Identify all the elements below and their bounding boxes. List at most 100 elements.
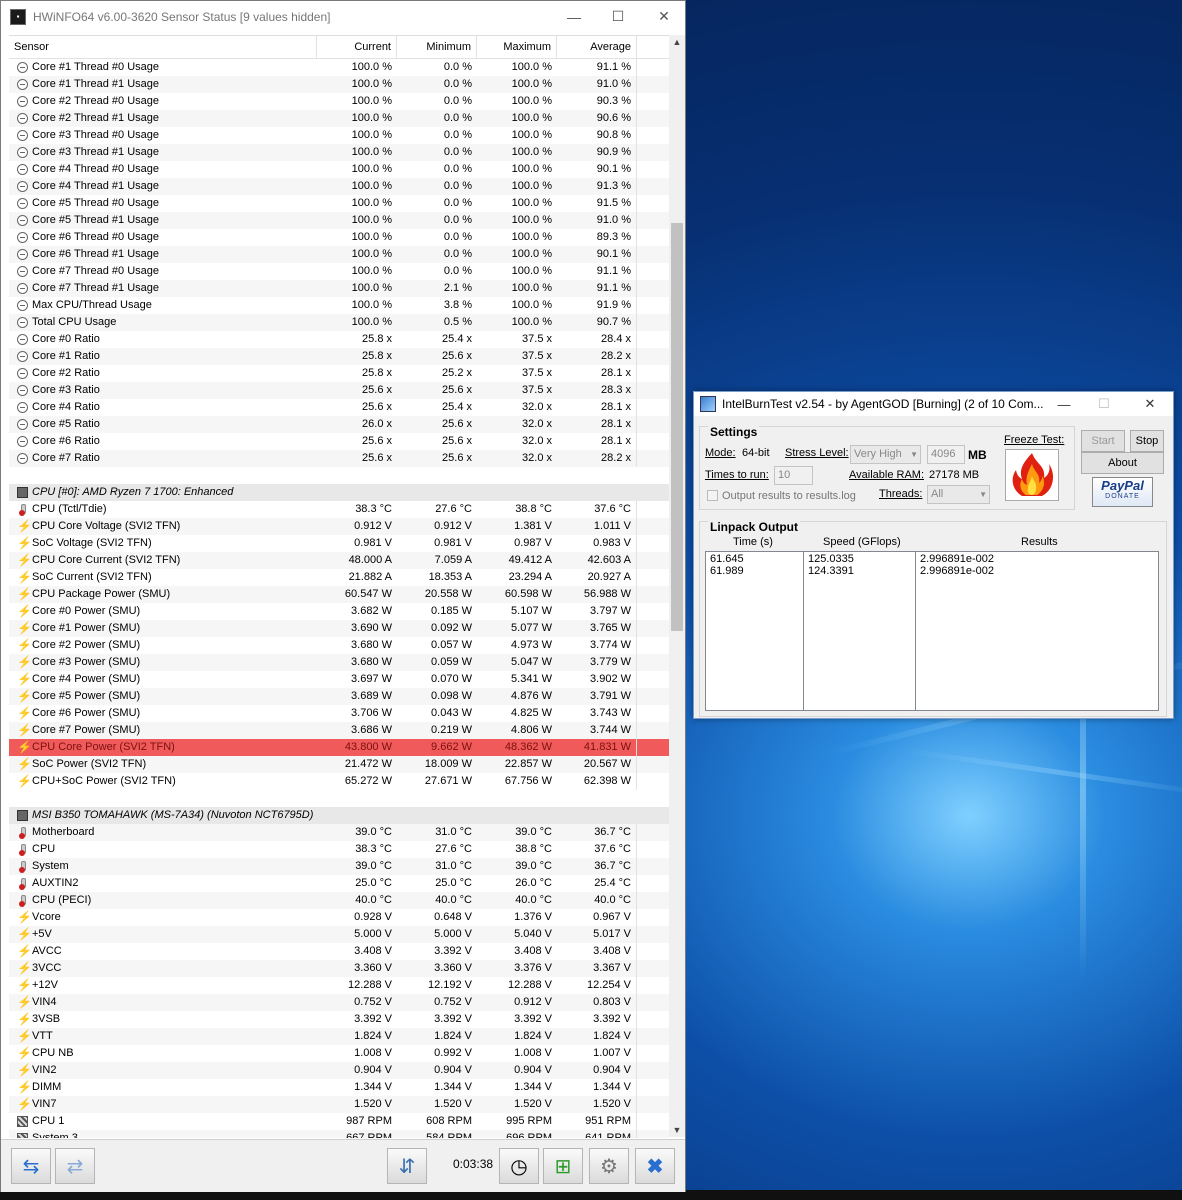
time-value: 61.645	[710, 553, 744, 565]
current-value: 100.0 %	[351, 214, 392, 226]
sensor-row[interactable]: ⚡ CPU Core Voltage (SVI2 TFN) 0.912 V 0.912…	[9, 518, 669, 535]
sensor-row[interactable]: Core #5 Thread #1 Usage 100.0 % 0.0 % 100.0…	[9, 212, 669, 229]
column-header-average[interactable]: Average	[557, 36, 637, 58]
ibt-minimize-button[interactable]: —	[1044, 392, 1084, 416]
sensor-row[interactable]: ⚡ Core #2 Power (SMU) 3.680 W 0.057 W 4.973 …	[9, 637, 669, 654]
sensor-row[interactable]: Core #6 Ratio 25.6 x 25.6 x 32.0 x 28.1 x	[9, 433, 669, 450]
navigate-collapse-icon[interactable]: ⇄	[55, 1148, 95, 1184]
sensor-row[interactable]: AUXTIN2 25.0 °C 25.0 °C 26.0 °C 25.4 °C	[9, 875, 669, 892]
hwinfo-titlebar[interactable]: ▪ HWiNFO64 v6.00-3620 Sensor Status [9 v…	[1, 1, 685, 32]
vertical-scrollbar[interactable]: ▲ ▼	[669, 35, 685, 1137]
sensor-row[interactable]: ⚡ 3VCC 3.360 V 3.360 V 3.376 V 3.367 V	[9, 960, 669, 977]
ibt-titlebar[interactable]: IntelBurnTest v2.54 - by AgentGOD [Burni…	[694, 392, 1173, 416]
column-header-sensor[interactable]: Sensor	[9, 36, 317, 58]
sensor-row[interactable]: ⚡ Core #6 Power (SMU) 3.706 W 0.043 W 4.825 …	[9, 705, 669, 722]
sensor-row[interactable]: ⚡ CPU+SoC Power (SVI2 TFN) 65.272 W 27.671 …	[9, 773, 669, 790]
ibt-maximize-button[interactable]: ☐	[1084, 392, 1124, 416]
network-icon[interactable]: ⇵	[387, 1148, 427, 1184]
sensor-grid[interactable]: Sensor Current Minimum Maximum Average C…	[9, 35, 669, 1138]
sensor-row[interactable]: CPU (PECI) 40.0 °C 40.0 °C 40.0 °C 40.0 °C	[9, 892, 669, 909]
sensor-row[interactable]: ⚡ VIN4 0.752 V 0.752 V 0.912 V 0.803 V	[9, 994, 669, 1011]
memory-size-input[interactable]: 4096	[927, 445, 965, 464]
maximize-button[interactable]: ☐	[595, 1, 641, 32]
sensor-row[interactable]: ⚡ Core #7 Power (SMU) 3.686 W 0.219 W 4.806 …	[9, 722, 669, 739]
sensor-row[interactable]: Core #6 Thread #1 Usage 100.0 % 0.0 % 100.0…	[9, 246, 669, 263]
minimize-button[interactable]: —	[551, 1, 597, 32]
scroll-up-icon[interactable]: ▲	[669, 35, 685, 49]
column-header-maximum[interactable]: Maximum	[477, 36, 557, 58]
sensor-row[interactable]: Core #5 Ratio 26.0 x 25.6 x 32.0 x 28.1 x	[9, 416, 669, 433]
sensor-row[interactable]: Motherboard 39.0 °C 31.0 °C 39.0 °C 36.7 °C	[9, 824, 669, 841]
sensor-row[interactable]: ⚡ DIMM 1.344 V 1.344 V 1.344 V 1.344 V	[9, 1079, 669, 1096]
sensor-row[interactable]: Core #3 Thread #1 Usage 100.0 % 0.0 % 100.0…	[9, 144, 669, 161]
sensor-row[interactable]: Core #7 Ratio 25.6 x 25.6 x 32.0 x 28.2 x	[9, 450, 669, 467]
sensor-row[interactable]: System 3 667 RPM 584 RPM 696 RPM 641 RPM	[9, 1130, 669, 1138]
column-header-current[interactable]: Current	[317, 36, 397, 58]
sensor-row[interactable]: ⚡ Core #1 Power (SMU) 3.690 W 0.092 W 5.077 …	[9, 620, 669, 637]
settings-gear-icon[interactable]: ⚙	[589, 1148, 629, 1184]
ibt-close-button[interactable]: ✕	[1130, 392, 1170, 416]
sensor-row[interactable]: Core #0 Ratio 25.8 x 25.4 x 37.5 x 28.4 x	[9, 331, 669, 348]
sensor-row[interactable]: ⚡ SoC Power (SVI2 TFN) 21.472 W 18.009 W 22.…	[9, 756, 669, 773]
stop-button[interactable]: Stop	[1130, 430, 1164, 452]
sensor-row[interactable]: CPU 1 987 RPM 608 RPM 995 RPM 951 RPM	[9, 1113, 669, 1130]
sensor-row[interactable]: ⚡ VTT 1.824 V 1.824 V 1.824 V 1.824 V	[9, 1028, 669, 1045]
sensor-row[interactable]: ⚡ CPU Core Current (SVI2 TFN) 48.000 A 7.05…	[9, 552, 669, 569]
sensor-row[interactable]: Core #1 Ratio 25.8 x 25.6 x 37.5 x 28.2 x	[9, 348, 669, 365]
sensor-row[interactable]: Core #2 Thread #1 Usage 100.0 % 0.0 % 100.0…	[9, 110, 669, 127]
sensor-row[interactable]: ⚡ CPU Core Power (SVI2 TFN) 43.800 W 9.662 …	[9, 739, 669, 756]
sensor-group-header[interactable]: MSI B350 TOMAHAWK (MS-7A34) (Nuvoton NCT…	[9, 807, 669, 824]
sensor-row[interactable]: Core #2 Ratio 25.8 x 25.2 x 37.5 x 28.1 x	[9, 365, 669, 382]
sensor-row[interactable]: ⚡ Core #3 Power (SMU) 3.680 W 0.059 W 5.047 …	[9, 654, 669, 671]
sensor-row[interactable]: ⚡ SoC Current (SVI2 TFN) 21.882 A 18.353 A 2…	[9, 569, 669, 586]
threads-select[interactable]: All ▼	[927, 485, 990, 504]
stress-level-select[interactable]: Very High ▼	[850, 445, 921, 464]
sensor-row[interactable]: ⚡ CPU Package Power (SMU) 60.547 W 20.558 W…	[9, 586, 669, 603]
sensor-row[interactable]: CPU 38.3 °C 27.6 °C 38.8 °C 37.6 °C	[9, 841, 669, 858]
about-button[interactable]: About	[1081, 452, 1164, 474]
start-button[interactable]: Start	[1081, 430, 1125, 452]
sensor-row[interactable]: Core #6 Thread #0 Usage 100.0 % 0.0 % 100.0…	[9, 229, 669, 246]
sensor-row[interactable]: Total CPU Usage 100.0 % 0.5 % 100.0 % 90.7 %	[9, 314, 669, 331]
sensor-row[interactable]: ⚡ +5V 5.000 V 5.000 V 5.040 V 5.017 V	[9, 926, 669, 943]
sensor-row[interactable]: ⚡ +12V 12.288 V 12.192 V 12.288 V 12.254 V	[9, 977, 669, 994]
sensor-row[interactable]: ⚡ CPU NB 1.008 V 0.992 V 1.008 V 1.007 V	[9, 1045, 669, 1062]
sensor-row[interactable]: Core #4 Thread #0 Usage 100.0 % 0.0 % 100.0…	[9, 161, 669, 178]
sensor-row[interactable]: Core #4 Ratio 25.6 x 25.4 x 32.0 x 28.1 x	[9, 399, 669, 416]
sensor-row[interactable]: Core #3 Ratio 25.6 x 25.6 x 37.5 x 28.3 x	[9, 382, 669, 399]
sensor-row[interactable]: ⚡ SoC Voltage (SVI2 TFN) 0.981 V 0.981 V 0.9…	[9, 535, 669, 552]
sensor-row[interactable]: Core #7 Thread #0 Usage 100.0 % 0.0 % 100.0…	[9, 263, 669, 280]
add-report-icon[interactable]: ⊞	[543, 1148, 583, 1184]
clock-icon[interactable]: ◷	[499, 1148, 539, 1184]
sensor-row[interactable]: Core #3 Thread #0 Usage 100.0 % 0.0 % 100.0…	[9, 127, 669, 144]
sensor-row[interactable]: ⚡ Core #5 Power (SMU) 3.689 W 0.098 W 4.876 …	[9, 688, 669, 705]
sensor-row[interactable]: Core #1 Thread #0 Usage 100.0 % 0.0 % 100.0…	[9, 59, 669, 76]
linpack-results-table[interactable]: 61.645 61.989 125.0335 124.3391 2.996891…	[705, 551, 1159, 711]
column-header-minimum[interactable]: Minimum	[397, 36, 477, 58]
sensor-row[interactable]: Core #5 Thread #0 Usage 100.0 % 0.0 % 100.0…	[9, 195, 669, 212]
sensor-row[interactable]: Core #4 Thread #1 Usage 100.0 % 0.0 % 100.0…	[9, 178, 669, 195]
freeze-test-fire-icon[interactable]	[1005, 449, 1059, 501]
close-sensors-icon[interactable]: ✖	[635, 1148, 675, 1184]
sensor-row[interactable]: Core #1 Thread #1 Usage 100.0 % 0.0 % 100.0…	[9, 76, 669, 93]
sensor-row[interactable]: ⚡ AVCC 3.408 V 3.392 V 3.408 V 3.408 V	[9, 943, 669, 960]
sensor-row[interactable]: ⚡ Core #4 Power (SMU) 3.697 W 0.070 W 5.341 …	[9, 671, 669, 688]
sensor-row[interactable]: Core #2 Thread #0 Usage 100.0 % 0.0 % 100.0…	[9, 93, 669, 110]
scrollbar-thumb[interactable]	[671, 223, 683, 631]
sensor-row[interactable]: Core #7 Thread #1 Usage 100.0 % 2.1 % 100.0…	[9, 280, 669, 297]
sensor-row[interactable]: ⚡ VIN7 1.520 V 1.520 V 1.520 V 1.520 V	[9, 1096, 669, 1113]
scroll-down-icon[interactable]: ▼	[669, 1123, 685, 1137]
sensor-row[interactable]: System 39.0 °C 31.0 °C 39.0 °C 36.7 °C	[9, 858, 669, 875]
close-button[interactable]: ✕	[641, 1, 687, 32]
sensor-row[interactable]: ⚡ 3VSB 3.392 V 3.392 V 3.392 V 3.392 V	[9, 1011, 669, 1028]
times-to-run-input[interactable]: 10	[774, 466, 813, 485]
output-log-checkbox[interactable]	[707, 490, 718, 501]
sensor-row[interactable]: ⚡ VIN2 0.904 V 0.904 V 0.904 V 0.904 V	[9, 1062, 669, 1079]
sensor-row[interactable]: Max CPU/Thread Usage 100.0 % 3.8 % 100.0 % 9…	[9, 297, 669, 314]
paypal-donate-button[interactable]: PayPal DONATE	[1092, 477, 1153, 507]
sensor-row[interactable]: ⚡ Vcore 0.928 V 0.648 V 1.376 V 0.967 V	[9, 909, 669, 926]
navigate-left-right-icon[interactable]: ⇆	[11, 1148, 51, 1184]
sensor-row[interactable]: ⚡ Core #0 Power (SMU) 3.682 W 0.185 W 5.107 …	[9, 603, 669, 620]
sensor-group-header[interactable]: CPU [#0]: AMD Ryzen 7 1700: Enhanced	[9, 484, 669, 501]
sensor-row[interactable]: CPU (Tctl/Tdie) 38.3 °C 27.6 °C 38.8 °C 37.6…	[9, 501, 669, 518]
